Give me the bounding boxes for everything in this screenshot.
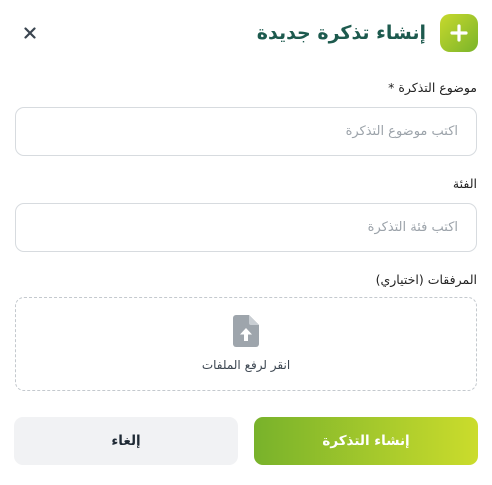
subject-input[interactable] <box>15 107 477 156</box>
category-label: الفئة <box>452 176 477 191</box>
subject-label: موضوع التذكرة * <box>388 80 477 95</box>
close-icon <box>24 27 36 39</box>
file-dropzone[interactable]: انقر لرفع الملفات <box>15 297 477 391</box>
file-upload-icon <box>233 315 259 347</box>
dialog-header: إنشاء تذكرة جديدة <box>14 14 478 52</box>
create-ticket-button[interactable]: إنشاء التذكرة <box>254 417 478 465</box>
category-input[interactable] <box>15 203 477 252</box>
plus-icon <box>440 14 478 52</box>
dialog-title: إنشاء تذكرة جديدة <box>256 22 426 44</box>
attachments-label: المرفقات (اختياري) <box>375 272 477 287</box>
close-button[interactable] <box>20 23 40 43</box>
cancel-button[interactable]: إلغاء <box>14 417 238 465</box>
upload-hint: انقر لرفع الملفات <box>201 358 291 372</box>
